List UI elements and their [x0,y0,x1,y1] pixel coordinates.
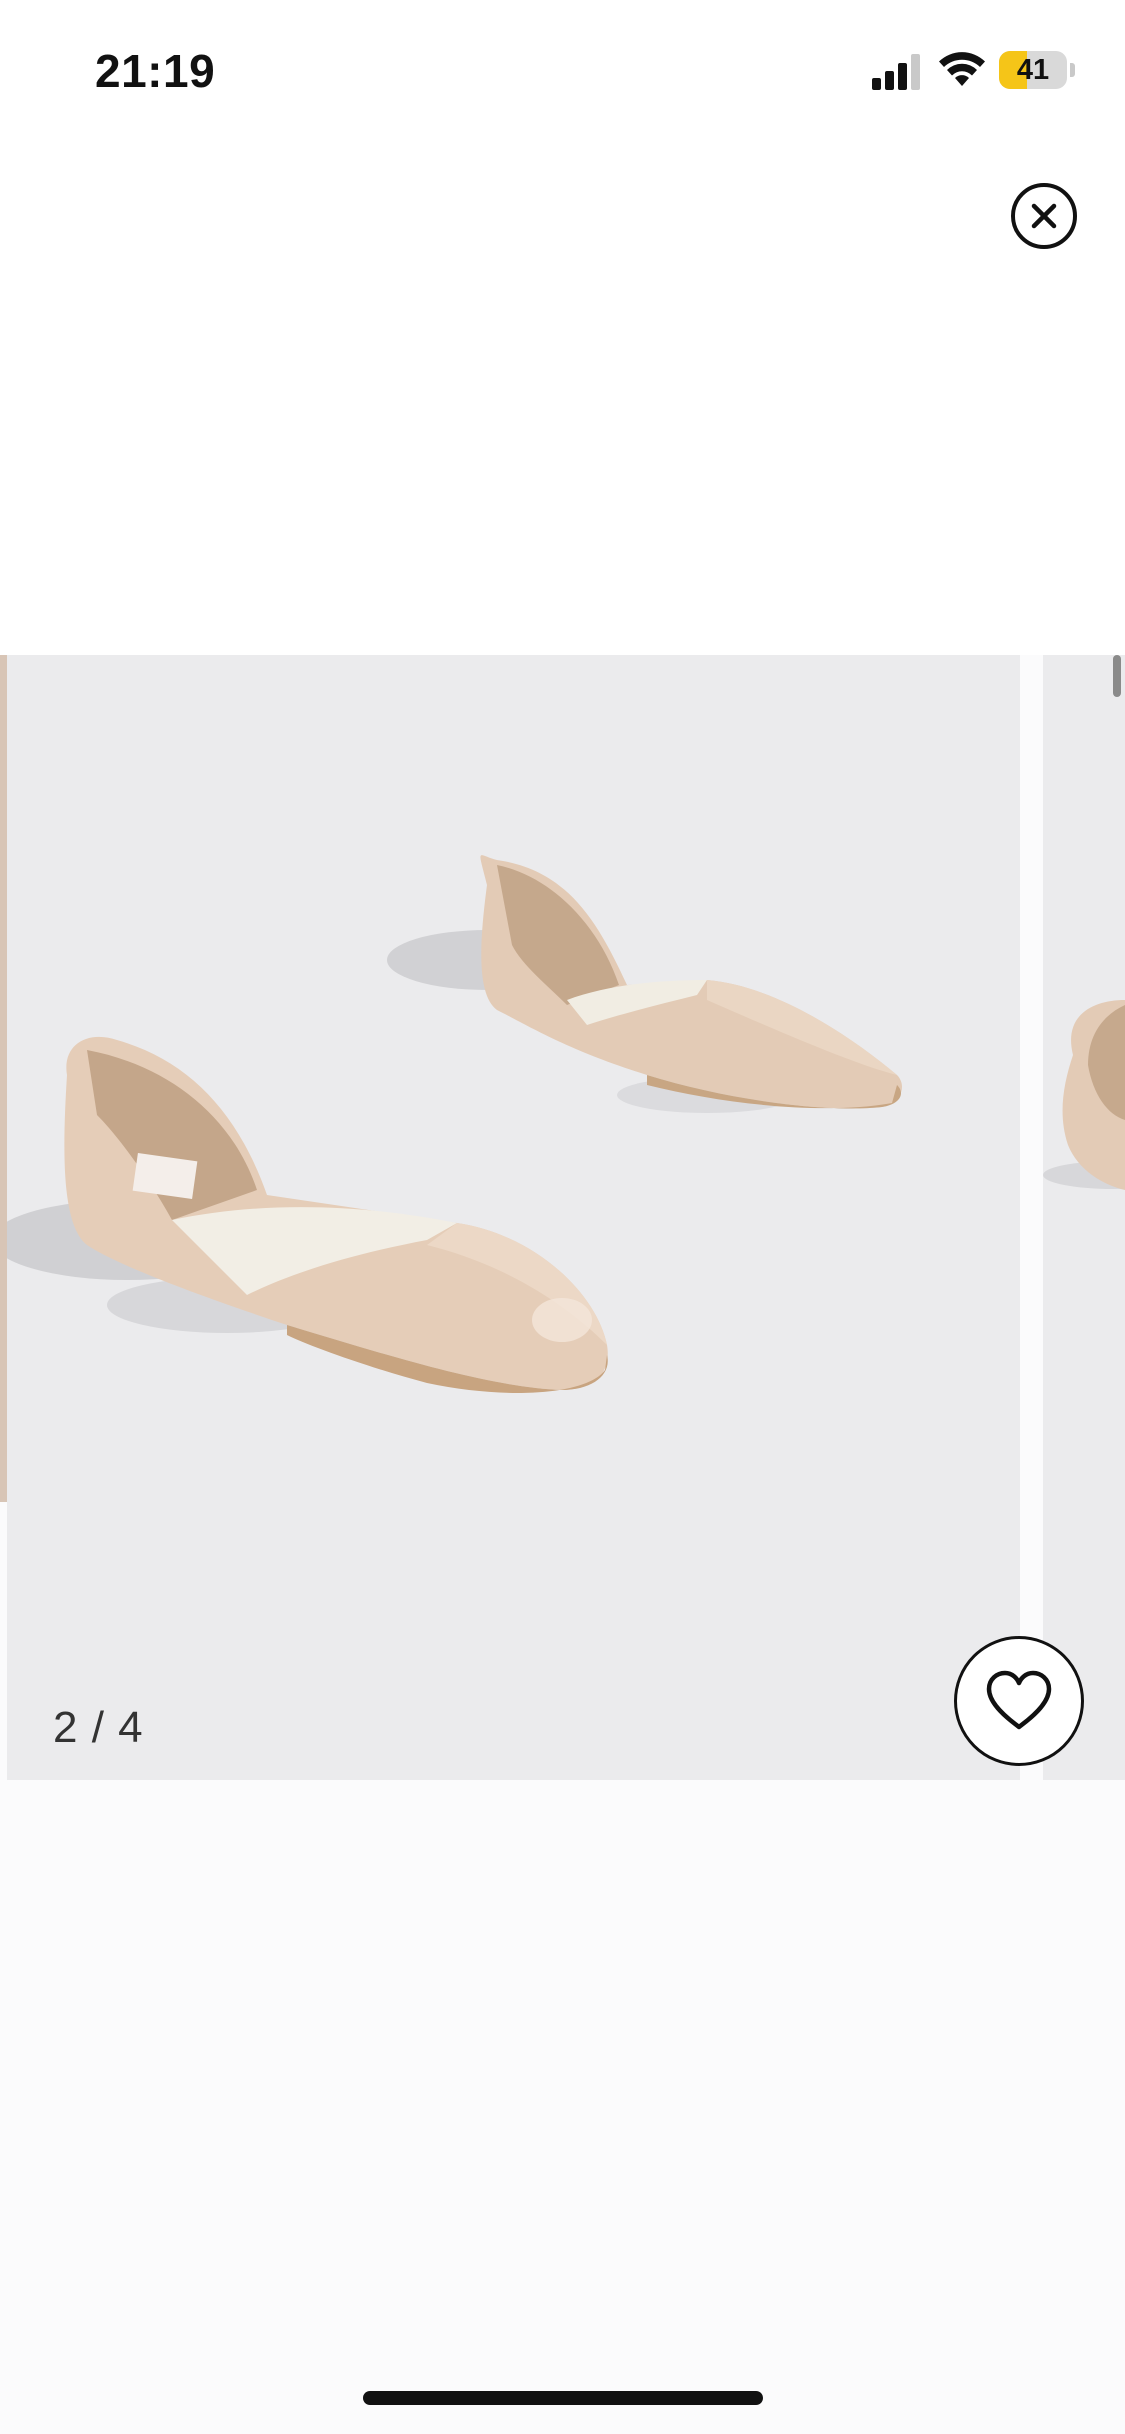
battery-indicator: 41 [999,51,1067,89]
previous-slide-peek[interactable] [0,655,7,1502]
next-slide-peek[interactable] [1043,655,1125,1780]
status-time: 21:19 [95,45,216,97]
product-image-slide[interactable] [7,655,1020,1780]
home-indicator[interactable] [363,2391,763,2405]
heart-icon [986,1670,1052,1730]
image-gallery[interactable] [0,655,1125,1780]
wishlist-button[interactable] [954,1636,1084,1766]
next-product-image [1043,1000,1125,1190]
scroll-indicator[interactable] [1113,655,1121,697]
slide-counter: 2 / 4 [53,1703,144,1752]
status-bar: 21:19 41 [0,0,1125,130]
product-image [7,855,902,1393]
close-icon [1031,203,1057,229]
cellular-signal-icon [872,54,920,90]
battery-cap [1070,63,1075,77]
wifi-icon [939,52,985,86]
close-button[interactable] [1011,183,1077,249]
viewer-header [0,130,1125,655]
battery-label: 41 [1016,54,1050,86]
